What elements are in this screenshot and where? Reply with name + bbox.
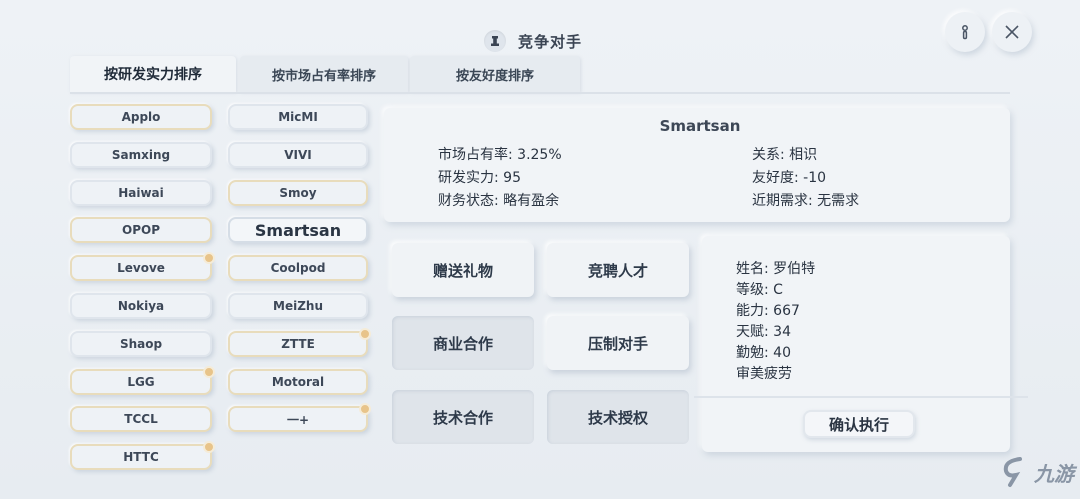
person-diligence: 勤勉: 40 — [736, 345, 791, 361]
company-item[interactable]: Levove — [70, 252, 215, 282]
gift-button[interactable]: 赠送礼物 — [392, 243, 534, 297]
notification-dot-icon — [203, 365, 215, 378]
company-name: Smoy — [279, 185, 317, 200]
tech-coop-button[interactable]: 技术合作 — [392, 390, 534, 444]
company-name: HTTC — [123, 450, 159, 465]
company-name: Levove — [117, 261, 165, 276]
company-item[interactable]: Samxing — [70, 141, 212, 168]
confirm-button[interactable]: 确认执行 — [803, 410, 915, 438]
company-name: Nokiya — [117, 299, 165, 313]
relation-text: 关系: 相识 — [752, 147, 818, 163]
suppress-button[interactable]: 压制对手 — [547, 316, 689, 370]
company-name: Coolpod — [270, 261, 326, 276]
company-name: Applo — [121, 110, 161, 124]
company-item[interactable]: Smartsan — [228, 217, 368, 244]
company-item[interactable]: HTTC — [70, 441, 215, 471]
company-item[interactable]: Coolpod — [228, 255, 368, 282]
company-item[interactable]: Shaop — [70, 330, 212, 357]
company-item[interactable]: Nokiya — [70, 293, 212, 319]
tab-market-sort[interactable]: 按市场占有率排序 — [240, 56, 408, 92]
page-title: 竞争对手 — [518, 32, 583, 51]
company-name: LGG — [127, 374, 155, 389]
company-name: Haiwai — [118, 185, 164, 200]
person-level: 等级: C — [736, 282, 783, 298]
person-trait: 审美疲劳 — [736, 366, 792, 382]
company-name: VIVI — [284, 147, 312, 162]
page-header: 竞争对手 — [484, 26, 582, 56]
tab-friendliness-sort[interactable]: 按友好度排序 — [410, 56, 580, 92]
company-item[interactable]: Motoral — [228, 368, 368, 395]
person-ability: 能力: 667 — [736, 303, 800, 319]
company-name: TCCL — [124, 412, 158, 427]
company-name: ZTTE — [281, 336, 315, 351]
tab-rd-sort[interactable]: 按研发实力排序 — [70, 56, 236, 92]
company-item[interactable]: Haiwai — [70, 179, 212, 206]
logo-icon — [1003, 457, 1022, 487]
company-item[interactable]: 一+ — [228, 403, 371, 433]
info-icon — [962, 25, 968, 40]
notification-dot-icon — [203, 441, 215, 454]
company-item[interactable]: TCCL — [70, 406, 212, 433]
demand-text: 近期需求: 无需求 — [752, 193, 860, 209]
close-button[interactable] — [992, 12, 1032, 52]
company-name: 一+ — [286, 412, 310, 427]
company-item[interactable]: Applo — [70, 104, 212, 130]
rd-power-text: 研发实力: 95 — [438, 170, 521, 186]
business-coop-button[interactable]: 商业合作 — [392, 316, 534, 370]
person-name: 姓名: 罗伯特 — [736, 261, 816, 277]
notification-dot-icon — [359, 403, 371, 416]
company-info-name: Smartsan — [659, 117, 741, 135]
market-share-text: 市场占有率: 3.25% — [438, 147, 562, 163]
tab-divider — [70, 92, 1010, 94]
notification-dot-icon — [359, 327, 371, 340]
recruit-button[interactable]: 竞聘人才 — [547, 243, 689, 297]
company-item[interactable]: LGG — [70, 365, 215, 395]
tech-license-button[interactable]: 技术授权 — [547, 390, 689, 444]
company-name: MeiZhu — [273, 299, 323, 313]
company-item[interactable]: MeiZhu — [228, 293, 368, 319]
finance-status-text: 财务状态: 略有盈余 — [438, 193, 560, 209]
company-name: Samxing — [111, 147, 171, 162]
close-icon — [1005, 25, 1019, 39]
company-name: MicMI — [278, 110, 318, 124]
company-name: OPOP — [122, 223, 160, 238]
help-button[interactable] — [945, 12, 985, 52]
watermark-logo: 九游 — [998, 448, 1074, 496]
person-divider — [694, 396, 1028, 398]
company-name: Motoral — [271, 374, 325, 389]
company-item[interactable]: MicMI — [228, 104, 368, 130]
company-item[interactable]: OPOP — [70, 217, 212, 244]
company-name: Smartsan — [254, 220, 342, 240]
notification-dot-icon — [203, 252, 215, 265]
friendliness-text: 友好度: -10 — [752, 170, 827, 186]
company-item[interactable]: ZTTE — [228, 327, 371, 357]
company-name: Shaop — [119, 336, 163, 351]
company-item[interactable]: VIVI — [228, 141, 368, 168]
company-item[interactable]: Smoy — [228, 179, 368, 206]
pawn-icon — [484, 30, 506, 52]
watermark-text: 九游 — [1034, 461, 1074, 486]
person-talent: 天赋: 34 — [736, 324, 791, 340]
